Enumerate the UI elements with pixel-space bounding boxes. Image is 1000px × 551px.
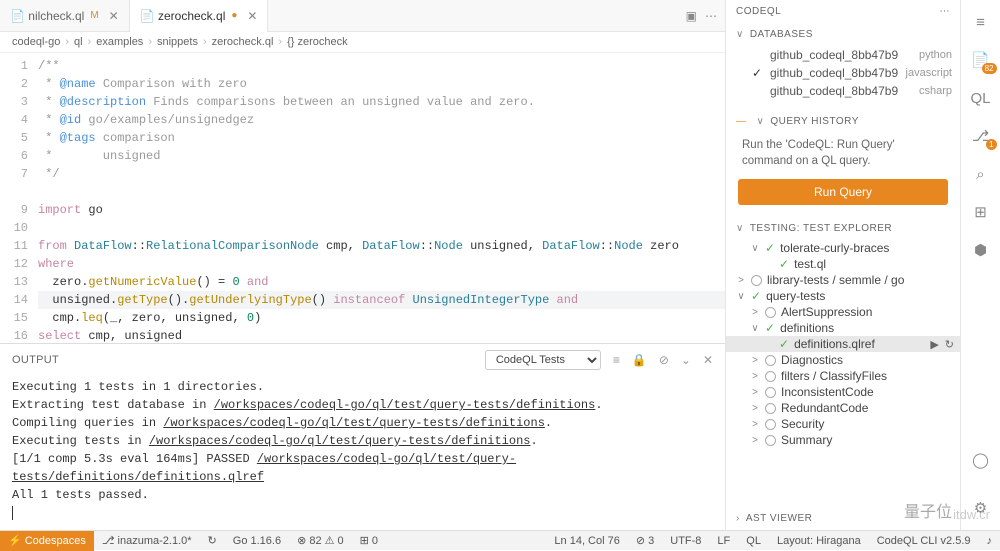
clear-icon[interactable]: ⊘ (659, 353, 669, 367)
close-icon[interactable]: ✕ (109, 9, 119, 23)
branch-indicator[interactable]: ⎇ inazuma-2.1.0* (94, 531, 200, 551)
database-item[interactable]: github_codeql_8bb47b9csharp (726, 82, 960, 100)
close-icon[interactable]: ✕ (247, 9, 257, 23)
editor-pane: 📄 nilcheck.ql M ✕📄 zerocheck.ql ● ✕ ▣ ⋯ … (0, 0, 725, 530)
tree-item[interactable]: ✓test.ql (726, 256, 960, 272)
pending-icon (765, 387, 776, 398)
account-icon[interactable]: ◯ (969, 448, 993, 472)
play-icon[interactable]: ▶ (930, 338, 938, 351)
pending-icon (765, 355, 776, 366)
layout-indicator[interactable]: Layout: Hiragana (769, 531, 869, 551)
more-icon[interactable]: ⋯ (705, 9, 717, 23)
sync-button[interactable]: ↻ (200, 531, 225, 551)
database-item[interactable]: github_codeql_8bb47b9python (726, 46, 960, 64)
ports-indicator[interactable]: ⊞ 0 (352, 531, 386, 551)
test-explorer-title[interactable]: TESTING: TEST EXPLORER (750, 223, 892, 234)
list-icon[interactable]: ≡ (613, 353, 620, 367)
more-icon[interactable]: ⋯ (940, 6, 951, 17)
tab-nilcheck-ql[interactable]: 📄 nilcheck.ql M ✕ (0, 0, 130, 32)
spaces-indicator[interactable]: ⊘ 3 (628, 531, 662, 551)
codeql-sidebar: CODEQL ⋯ ∨ DATABASES github_codeql_8bb47b9… (725, 0, 960, 530)
pending-icon (765, 403, 776, 414)
line-gutter: 123456791011121314151617 (0, 53, 38, 343)
notifications-icon[interactable]: ♪ (979, 531, 1000, 551)
split-icon[interactable]: ▣ (686, 9, 697, 23)
status-bar: ⚡ Codespaces ⎇ inazuma-2.1.0* ↻ Go 1.16.… (0, 530, 1000, 550)
go-version[interactable]: Go 1.16.6 (225, 531, 289, 551)
pass-icon: ✓ (765, 241, 775, 255)
database-item[interactable]: ✓github_codeql_8bb47b9javascript (726, 64, 960, 82)
codespaces-button[interactable]: ⚡ Codespaces (0, 531, 94, 551)
codeql-title: CODEQL (736, 6, 781, 17)
run-query-button[interactable]: Run Query (738, 179, 948, 205)
query-history-title[interactable]: QUERY HISTORY (770, 116, 859, 127)
output-panel: OUTPUT CodeQL Tests ≡ 🔒 ⊘ ⌄ ✕ Executing … (0, 343, 725, 530)
close-icon[interactable]: ✕ (703, 353, 713, 367)
code-editor[interactable]: 123456791011121314151617 /** * @name Com… (0, 53, 725, 343)
tree-item[interactable]: >Security (726, 416, 960, 432)
chevron-right-icon[interactable]: › (736, 513, 740, 524)
tree-item[interactable]: >AlertSuppression (726, 304, 960, 320)
tree-item[interactable]: >RedundantCode (726, 400, 960, 416)
docker-icon[interactable]: ⬢ (969, 238, 993, 262)
breadcrumb[interactable]: codeql-go › ql › examples › snippets › z… (0, 32, 725, 53)
tab-bar: 📄 nilcheck.ql M ✕📄 zerocheck.ql ● ✕ ▣ ⋯ (0, 0, 725, 32)
pending-icon (765, 435, 776, 446)
tree-item[interactable]: ∨✓query-tests (726, 288, 960, 304)
language-mode[interactable]: QL (738, 531, 769, 551)
files-icon[interactable]: 📄82 (969, 48, 993, 72)
pass-icon: ✓ (779, 337, 789, 351)
tree-item[interactable]: ∨✓tolerate-curly-braces (726, 240, 960, 256)
output-label[interactable]: OUTPUT (12, 354, 59, 366)
source-control-icon[interactable]: ⎇1 (969, 124, 993, 148)
pass-icon: ✓ (765, 321, 775, 335)
encoding[interactable]: UTF-8 (662, 531, 709, 551)
chevron-down-icon[interactable]: ⌄ (681, 353, 691, 367)
debug-icon[interactable]: ↻ (945, 338, 954, 351)
output-filter[interactable]: CodeQL Tests (485, 350, 601, 370)
query-history-text: Run the 'CodeQL: Run Query' command on a… (726, 133, 960, 173)
tree-item[interactable]: >filters / ClassifyFiles (726, 368, 960, 384)
ql-icon[interactable]: QL (969, 86, 993, 110)
cursor-position[interactable]: Ln 14, Col 76 (546, 531, 627, 551)
codeql-cli-version[interactable]: CodeQL CLI v2.5.9 (869, 531, 979, 551)
lock-icon[interactable]: 🔒 (632, 353, 647, 367)
pending-icon (765, 307, 776, 318)
menu-icon[interactable]: ≡ (969, 10, 993, 34)
problems-indicator[interactable]: ⊗ 82 ⚠ 0 (289, 531, 352, 551)
tree-item[interactable]: ✓definitions.qlref▶↻ (726, 336, 960, 352)
chevron-down-icon[interactable]: ∨ (736, 29, 744, 40)
pending-icon (765, 371, 776, 382)
extensions-icon[interactable]: ⊞ (969, 200, 993, 224)
pending-icon (765, 419, 776, 430)
pass-icon: ✓ (751, 289, 761, 303)
pending-icon (751, 275, 762, 286)
eol[interactable]: LF (709, 531, 738, 551)
test-tree: ∨✓tolerate-curly-braces✓test.ql>library-… (726, 240, 960, 507)
search-icon[interactable]: ⌕ (969, 162, 993, 186)
databases-title[interactable]: DATABASES (750, 29, 813, 40)
tree-item[interactable]: ∨✓definitions (726, 320, 960, 336)
ast-viewer-title[interactable]: AST VIEWER (746, 513, 813, 524)
activity-bar: ≡ 📄82 QL ⎇1 ⌕ ⊞ ⬢ ◯ ⚙ (960, 0, 1000, 530)
gear-icon[interactable]: ⚙ (969, 496, 993, 520)
tab-zerocheck-ql[interactable]: 📄 zerocheck.ql ● ✕ (130, 0, 269, 32)
tree-item[interactable]: >InconsistentCode (726, 384, 960, 400)
chevron-down-icon[interactable]: ∨ (736, 223, 744, 234)
tree-item[interactable]: >Diagnostics (726, 352, 960, 368)
tree-item[interactable]: >library-tests / semmle / go (726, 272, 960, 288)
pass-icon: ✓ (779, 257, 789, 271)
output-body: Executing 1 tests in 1 directories.Extra… (0, 376, 725, 530)
chevron-down-icon[interactable]: ∨ (757, 116, 765, 127)
tree-item[interactable]: >Summary (726, 432, 960, 448)
